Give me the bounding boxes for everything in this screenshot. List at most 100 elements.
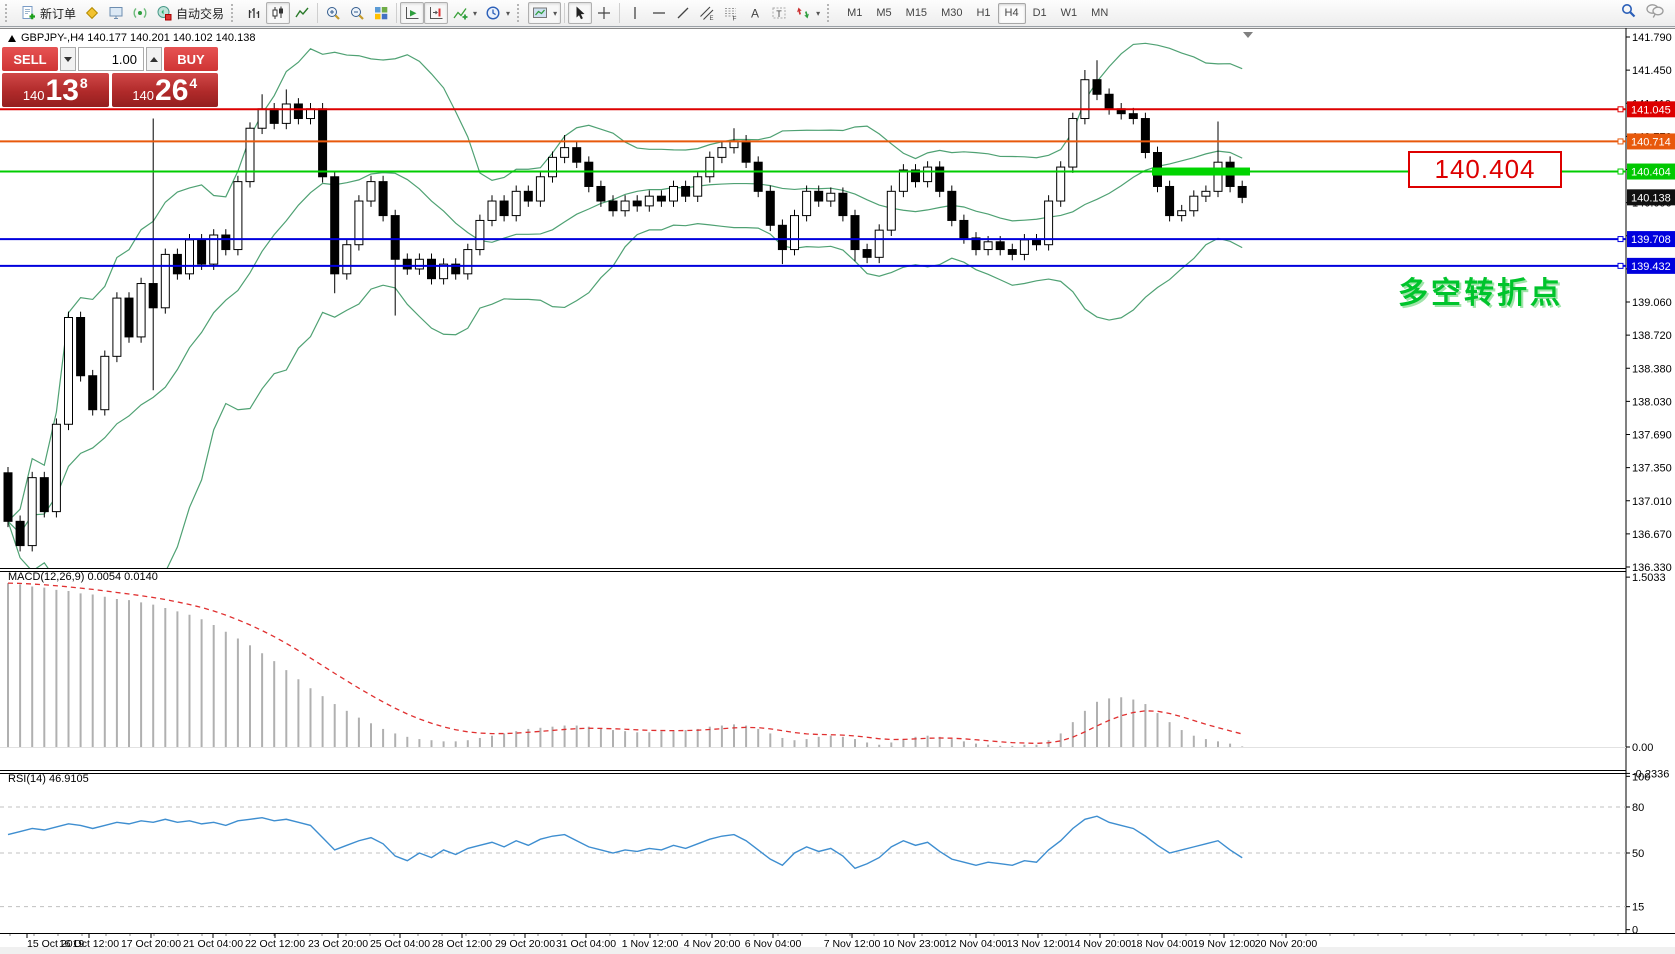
- toolbar-grip[interactable]: [5, 4, 13, 22]
- signals-button[interactable]: [128, 2, 152, 24]
- tf-M5[interactable]: M5: [869, 3, 898, 24]
- svg-text:50: 50: [1632, 848, 1644, 860]
- tile-windows-button[interactable]: [369, 2, 393, 24]
- svg-text:100: 100: [1632, 771, 1650, 783]
- new-order-label: 新订单: [40, 5, 76, 22]
- auto-scroll-icon: [404, 5, 420, 21]
- auto-trading-button[interactable]: 自动交易: [152, 2, 228, 24]
- horizontal-line-button[interactable]: [647, 2, 671, 24]
- zoom-out-button[interactable]: [345, 2, 369, 24]
- toolbar-grip[interactable]: [517, 4, 525, 22]
- zoom-in-button[interactable]: [321, 2, 345, 24]
- line-chart-button[interactable]: [290, 2, 314, 24]
- toolbar-separator: [396, 3, 397, 23]
- svg-text:T: T: [776, 9, 782, 19]
- tf-M15[interactable]: M15: [899, 3, 934, 24]
- volume-down-button[interactable]: [60, 47, 76, 71]
- profiles-button[interactable]: [80, 2, 104, 24]
- crosshair-button[interactable]: [592, 2, 616, 24]
- cursor-button[interactable]: [568, 2, 592, 24]
- indicators-button[interactable]: ▾: [448, 2, 481, 24]
- chart-shift-icon: [428, 5, 444, 21]
- buy-price[interactable]: 140 26 4: [112, 73, 219, 107]
- bar-chart-button[interactable]: [242, 2, 266, 24]
- buy-price-sup: 4: [189, 75, 197, 91]
- new-order-button[interactable]: 新订单: [16, 2, 80, 24]
- svg-text:23 Oct 20:00: 23 Oct 20:00: [308, 938, 368, 950]
- svg-text:80: 80: [1632, 802, 1644, 814]
- svg-text:20 Nov 20:00: 20 Nov 20:00: [1255, 938, 1318, 950]
- tf-W1[interactable]: W1: [1054, 3, 1085, 24]
- toolbar-separator: [564, 3, 565, 23]
- buy-button[interactable]: BUY: [164, 47, 218, 71]
- chart-shift-button[interactable]: [424, 2, 448, 24]
- text-a-icon: A: [747, 5, 763, 21]
- candlestick-chart-icon: [270, 5, 286, 21]
- toolbar-separator: [619, 3, 620, 23]
- bar-chart-icon: [246, 5, 262, 21]
- svg-text:0: 0: [1632, 925, 1638, 937]
- auto-trading-label: 自动交易: [176, 5, 224, 22]
- svg-text:138.720: 138.720: [1632, 330, 1672, 342]
- text-button[interactable]: A: [743, 2, 767, 24]
- signal-broadcast-icon: [132, 5, 148, 21]
- svg-text:141.045: 141.045: [1631, 104, 1671, 116]
- tf-H4[interactable]: H4: [998, 3, 1026, 24]
- svg-text:17 Oct 20:00: 17 Oct 20:00: [121, 938, 181, 950]
- search-icon[interactable]: [1620, 2, 1637, 24]
- vertical-line-button[interactable]: [623, 2, 647, 24]
- candlestick-chart-button[interactable]: [266, 2, 290, 24]
- symbol-arrow-icon: [8, 35, 16, 42]
- toolbar-grip[interactable]: [827, 4, 835, 22]
- toolbar-right: [1620, 2, 1673, 24]
- svg-text:13 Nov 12:00: 13 Nov 12:00: [1007, 938, 1070, 950]
- volume-up-button[interactable]: [146, 47, 162, 71]
- volume-input[interactable]: [78, 47, 144, 71]
- one-click-trading-panel: SELL BUY 140 13 8 140 26 4: [2, 47, 218, 107]
- arrows-icon: [795, 5, 811, 21]
- svg-text:141.790: 141.790: [1632, 32, 1672, 44]
- tf-D1[interactable]: D1: [1026, 3, 1054, 24]
- tf-H1[interactable]: H1: [969, 3, 997, 24]
- svg-text:139.060: 139.060: [1632, 297, 1672, 309]
- market-watch-button[interactable]: [104, 2, 128, 24]
- toolbar-grip[interactable]: [231, 4, 239, 22]
- svg-text:138.030: 138.030: [1632, 396, 1672, 408]
- timeframe-group: M1M5M15M30H1H4D1W1MN: [840, 3, 1115, 24]
- tf-M1[interactable]: M1: [840, 3, 869, 24]
- svg-text:4 Nov 20:00: 4 Nov 20:00: [684, 938, 741, 950]
- sell-price-sup: 8: [80, 75, 88, 91]
- templates-button[interactable]: ▾: [528, 2, 561, 24]
- equidistant-channel-button[interactable]: E: [695, 2, 719, 24]
- trendline-button[interactable]: [671, 2, 695, 24]
- triangle-down-icon: [64, 57, 72, 62]
- chart-title: GBPJPY-,H4 140.177 140.201 140.102 140.1…: [8, 32, 255, 44]
- dropdown-arrow-icon: ▾: [553, 9, 557, 18]
- fibonacci-icon: F: [723, 5, 739, 21]
- tf-MN[interactable]: MN: [1084, 3, 1115, 24]
- text-label-icon: T: [771, 5, 787, 21]
- svg-text:140.714: 140.714: [1631, 136, 1671, 148]
- sell-price[interactable]: 140 13 8: [2, 73, 109, 107]
- svg-text:21 Oct 04:00: 21 Oct 04:00: [183, 938, 243, 950]
- svg-text:140.404: 140.404: [1631, 167, 1671, 179]
- periods-button[interactable]: ▾: [481, 2, 514, 24]
- new-order-icon: [20, 5, 36, 21]
- svg-text:22 Oct 12:00: 22 Oct 12:00: [245, 938, 305, 950]
- sell-button[interactable]: SELL: [2, 47, 58, 71]
- svg-text:137.350: 137.350: [1632, 463, 1672, 475]
- svg-text:29 Oct 20:00: 29 Oct 20:00: [495, 938, 555, 950]
- arrows-button[interactable]: ▾: [791, 2, 824, 24]
- tile-windows-icon: [373, 5, 389, 21]
- tf-M30[interactable]: M30: [934, 3, 969, 24]
- svg-text:10 Nov 23:00: 10 Nov 23:00: [883, 938, 946, 950]
- profiles-diamond-icon: [84, 5, 100, 21]
- svg-text:138.380: 138.380: [1632, 363, 1672, 375]
- triangle-up-icon: [150, 57, 158, 62]
- text-label-button[interactable]: T: [767, 2, 791, 24]
- chat-icon[interactable]: [1645, 2, 1665, 24]
- svg-text:F: F: [733, 16, 737, 22]
- auto-scroll-button[interactable]: [400, 2, 424, 24]
- svg-text:7 Nov 12:00: 7 Nov 12:00: [824, 938, 881, 950]
- fibonacci-button[interactable]: F: [719, 2, 743, 24]
